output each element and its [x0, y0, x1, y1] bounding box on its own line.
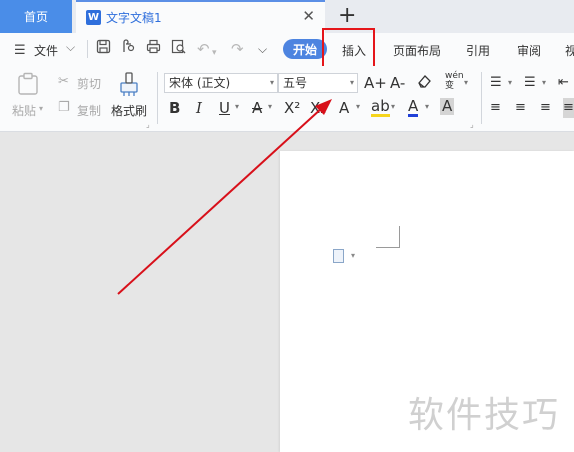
annotation-arrow-icon [117, 99, 332, 295]
